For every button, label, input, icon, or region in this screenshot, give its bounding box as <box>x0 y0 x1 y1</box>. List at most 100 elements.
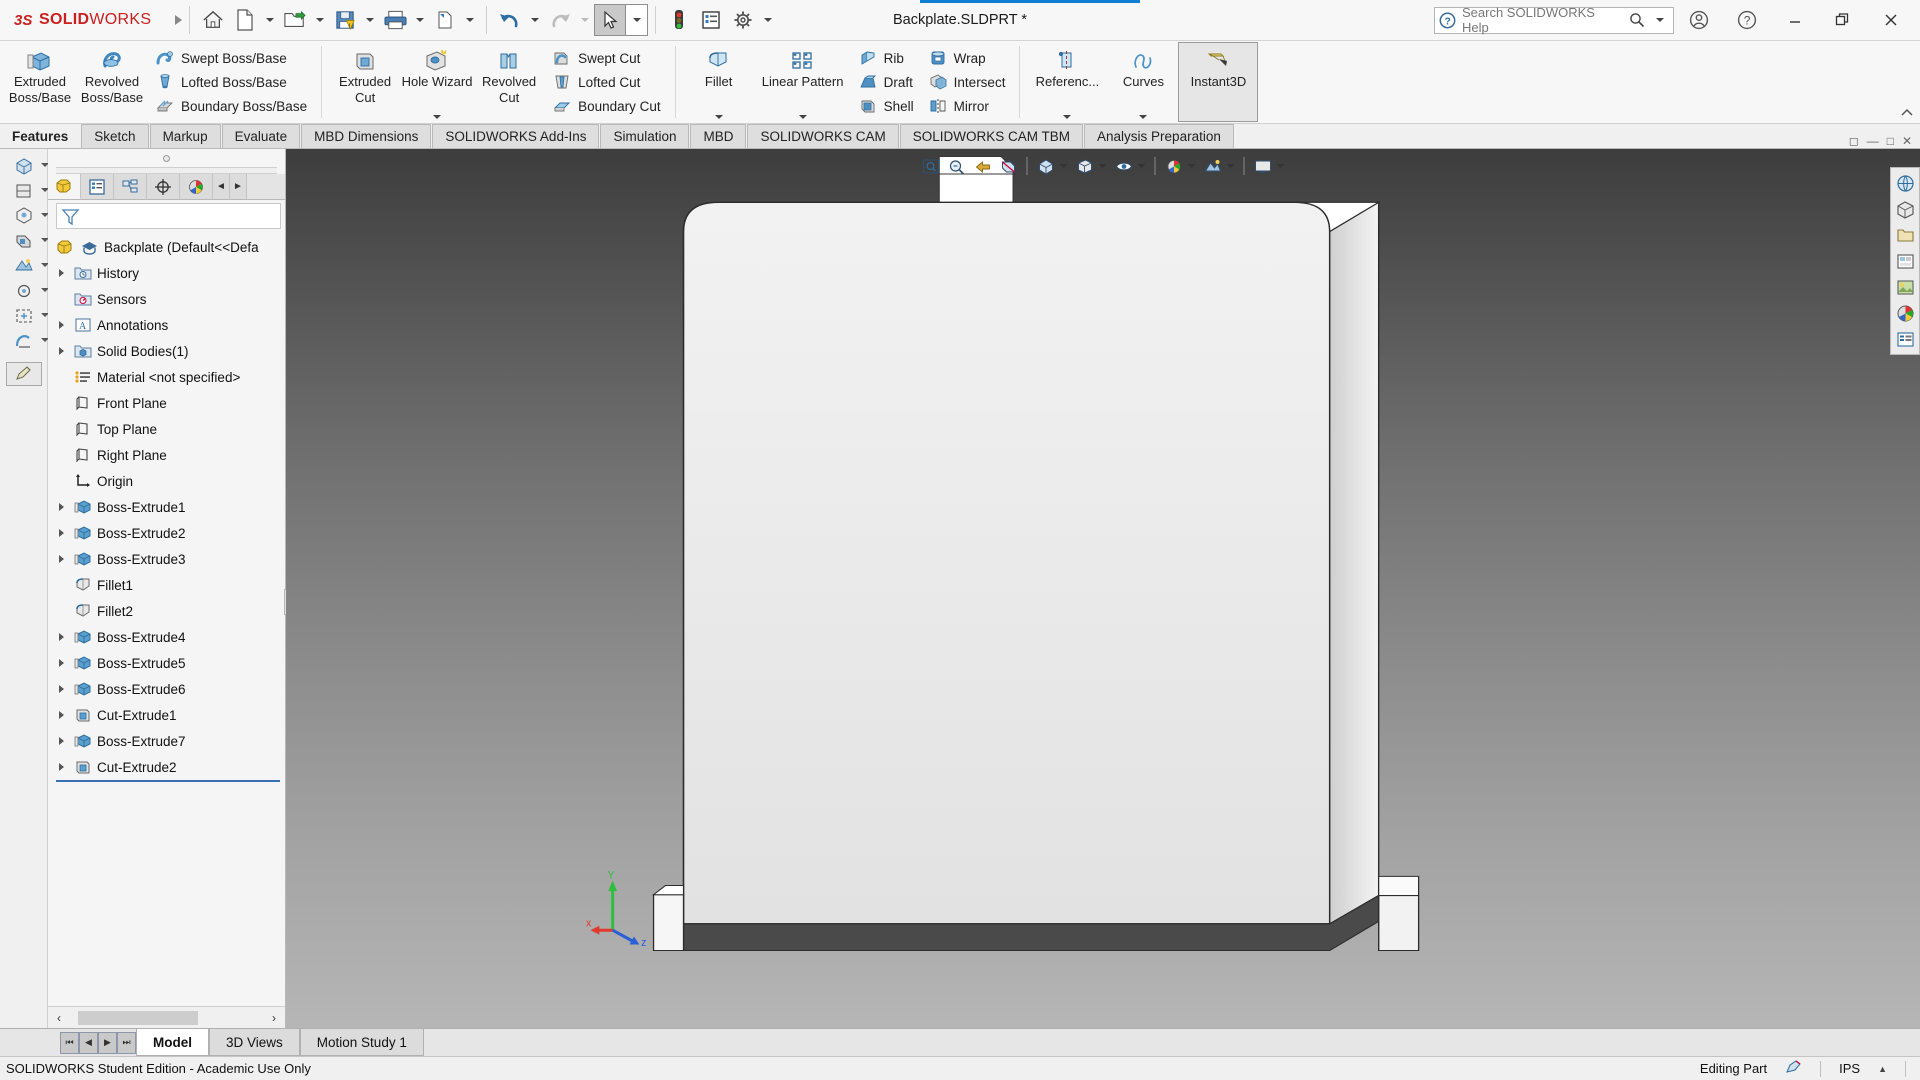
tab-simulation[interactable]: Simulation <box>600 124 690 148</box>
property-manager-tab[interactable] <box>81 174 114 199</box>
rail-section-view[interactable] <box>7 330 49 352</box>
redo-button[interactable] <box>544 4 576 36</box>
shell-button[interactable]: Shell <box>853 94 919 118</box>
undo-dropdown-icon[interactable] <box>531 18 540 22</box>
tree-item-boss-extrude4[interactable]: Boss-Extrude4 <box>54 624 285 650</box>
scroll-left-button[interactable]: ‹ <box>50 1009 68 1027</box>
tree-item-fillet1[interactable]: Fillet1 <box>54 572 285 598</box>
display-style-button[interactable] <box>1073 155 1097 177</box>
graphics-area[interactable]: Y x z <box>286 149 1920 1028</box>
select-button[interactable] <box>594 4 627 36</box>
reference-geometry-dropdown-icon[interactable] <box>1063 115 1072 119</box>
intersect-button[interactable]: Intersect <box>923 70 1011 94</box>
rail-edit-appearance[interactable] <box>7 230 49 252</box>
tree-item-boss-extrude6[interactable]: Boss-Extrude6 <box>54 676 285 702</box>
previous-tab-button[interactable]: ◀ <box>79 1031 98 1054</box>
revolved-cut-button[interactable]: Revolved Cut <box>473 43 545 121</box>
tab-markup[interactable]: Markup <box>149 124 221 148</box>
feature-manager-tab[interactable] <box>48 174 81 199</box>
design-library-button[interactable] <box>1893 197 1917 221</box>
restore-document-icon[interactable]: ◻ <box>1849 134 1859 148</box>
tab-mbd[interactable]: MBD <box>690 124 747 148</box>
scroll-thumb[interactable] <box>78 1010 198 1025</box>
linear-pattern-button[interactable]: Linear Pattern <box>755 43 851 121</box>
tree-item-cut-extrude1[interactable]: Cut-Extrude1 <box>54 702 285 728</box>
open-document-button[interactable] <box>279 4 311 36</box>
lofted-boss-base-button[interactable]: Lofted Boss/Base <box>150 70 312 94</box>
tree-item-sensors[interactable]: Sensors <box>54 286 285 312</box>
search-icon[interactable] <box>1629 12 1645 28</box>
options-button[interactable] <box>727 4 759 36</box>
help-button[interactable]: ? <box>1724 3 1770 37</box>
rollback-bar[interactable] <box>56 780 280 782</box>
expand-arrow-icon[interactable] <box>54 321 68 329</box>
expand-arrow-icon[interactable] <box>54 347 68 355</box>
apply-scene-button[interactable] <box>1201 155 1225 177</box>
tab-solidworks-cam-tbm[interactable]: SOLIDWORKS CAM TBM <box>899 124 1084 148</box>
tab-sketch[interactable]: Sketch <box>81 124 149 148</box>
bottom-tab-motion-study-1[interactable]: Motion Study 1 <box>299 1029 424 1056</box>
tree-item-cut-extrude2[interactable]: Cut-Extrude2 <box>54 754 285 780</box>
tab-evaluate[interactable]: Evaluate <box>221 124 301 148</box>
solidworks-resources-button[interactable] <box>1893 171 1917 195</box>
print-dropdown-icon[interactable] <box>416 18 425 22</box>
extruded-boss-base-button[interactable]: Extruded Boss/Base <box>4 43 76 121</box>
tree-item-right-plane[interactable]: Right Plane <box>54 442 285 468</box>
revolved-boss-base-button[interactable]: Revolved Boss/Base <box>76 43 148 121</box>
tree-item-history[interactable]: History <box>54 260 285 286</box>
tree-item-solid-bodies[interactable]: Solid Bodies(1) <box>54 338 285 364</box>
minimize-document-icon[interactable]: — <box>1867 134 1879 148</box>
expand-arrow-icon[interactable] <box>54 503 68 511</box>
search-box[interactable]: ? Search SOLIDWORKS Help <box>1434 5 1674 35</box>
expand-arrow-icon[interactable] <box>54 659 68 667</box>
tree-item-boss-extrude2[interactable]: Boss-Extrude2 <box>54 520 285 546</box>
display-style-dropdown-icon[interactable] <box>1098 164 1107 168</box>
tree-item-boss-extrude1[interactable]: Boss-Extrude1 <box>54 494 285 520</box>
open-document-dropdown-icon[interactable] <box>316 18 325 22</box>
view-orientation-dropdown-icon[interactable] <box>1059 164 1068 168</box>
expand-arrow-icon[interactable] <box>54 633 68 641</box>
bottom-tab-model[interactable]: Model <box>136 1029 209 1056</box>
3d-model-backplate[interactable] <box>286 149 1920 1028</box>
home-button[interactable] <box>197 4 229 36</box>
first-tab-button[interactable]: ⏮ <box>60 1031 79 1054</box>
rail-view-settings[interactable] <box>7 280 49 302</box>
last-tab-button[interactable]: ⏭ <box>117 1031 136 1054</box>
expand-arrow-icon[interactable] <box>54 711 68 719</box>
edit-appearance-button[interactable] <box>1162 155 1186 177</box>
menu-expand-arrow-icon[interactable] <box>175 15 183 25</box>
display-manager-tab[interactable] <box>180 174 213 199</box>
restore-button[interactable] <box>1820 3 1866 37</box>
appearances-scenes-button[interactable] <box>1893 275 1917 299</box>
search-dropdown-icon[interactable] <box>1656 18 1664 22</box>
print-preview-dropdown-icon[interactable] <box>466 18 475 22</box>
rib-button[interactable]: Rib <box>853 46 919 70</box>
scroll-track[interactable] <box>68 1009 265 1026</box>
minimize-button[interactable] <box>1772 3 1818 37</box>
apply-scene-dropdown-icon[interactable] <box>1226 164 1235 168</box>
bottom-tab-3d-views[interactable]: 3D Views <box>209 1029 300 1056</box>
tab-analysis-preparation[interactable]: Analysis Preparation <box>1084 124 1234 148</box>
maximize-document-icon[interactable]: □ <box>1887 134 1894 148</box>
feature-tree-horizontal-scrollbar[interactable]: ‹ › <box>48 1006 285 1028</box>
view-orientation-button[interactable] <box>1034 155 1058 177</box>
search-input[interactable]: Search SOLIDWORKS Help <box>1462 5 1623 35</box>
expand-arrow-icon[interactable] <box>54 763 68 771</box>
expand-arrow-icon[interactable] <box>54 737 68 745</box>
status-units-dropdown-icon[interactable]: ▲ <box>1878 1064 1887 1074</box>
fillet-button[interactable]: Fillet <box>683 43 755 121</box>
zoom-to-fit-button[interactable] <box>919 155 943 177</box>
tree-item-boss-extrude5[interactable]: Boss-Extrude5 <box>54 650 285 676</box>
panel-pin-icon[interactable] <box>163 154 170 162</box>
redo-dropdown-icon[interactable] <box>581 18 590 22</box>
rail-view-orientation[interactable] <box>7 155 49 177</box>
custom-properties-button[interactable] <box>1893 301 1917 325</box>
account-button[interactable] <box>1676 3 1722 37</box>
new-document-dropdown-icon[interactable] <box>266 18 275 22</box>
rail-sketch-tool[interactable] <box>5 362 42 386</box>
tree-item-front-plane[interactable]: Front Plane <box>54 390 285 416</box>
expand-arrow-icon[interactable] <box>54 269 68 277</box>
hide-show-items-button[interactable] <box>1112 155 1136 177</box>
expand-arrow-icon[interactable] <box>54 555 68 563</box>
expand-arrow-icon[interactable] <box>54 685 68 693</box>
